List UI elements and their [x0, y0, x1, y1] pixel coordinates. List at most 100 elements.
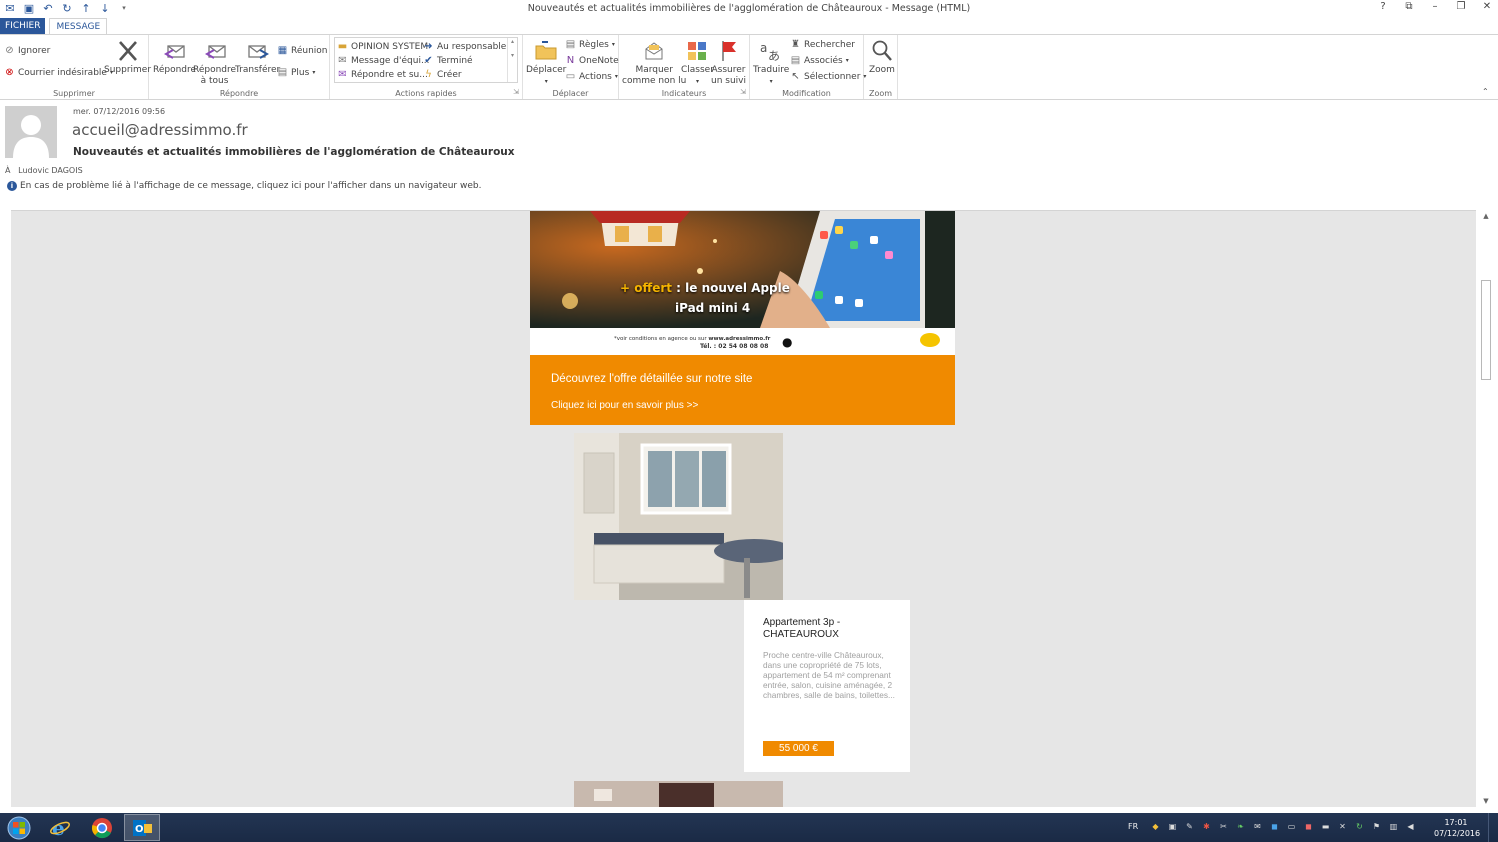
x-icon[interactable]: ✕ [1337, 821, 1348, 832]
group-label-indicateurs: Indicateurs [661, 89, 707, 98]
arrow-down-icon[interactable]: ↓ [99, 2, 111, 15]
group-zoom: Zoom Zoom [864, 35, 898, 99]
listing-price[interactable]: 55 000 € [763, 741, 834, 756]
system-clock[interactable]: 17:01 07/12/2016 [1434, 817, 1480, 839]
mark-unread-label-2: comme non lu [622, 76, 687, 86]
minimize-button[interactable]: – [1428, 1, 1442, 12]
listing-card[interactable]: Appartement 3p - CHATEAUROUX Proche cent… [744, 600, 910, 772]
save-icon[interactable]: ▣ [23, 2, 35, 15]
language-indicator[interactable]: FR [1128, 822, 1138, 831]
quick-step-done[interactable]: ✔ Terminé [423, 55, 472, 66]
offer-cta-block[interactable]: Découvrez l'offre détaillée sur notre si… [530, 355, 955, 425]
reply-label: Répondre [153, 65, 197, 75]
move-button[interactable]: Déplacer ▾ [526, 39, 566, 87]
translate-icon: aあ [759, 39, 783, 63]
scroll-down-icon[interactable]: ▼ [1479, 797, 1493, 805]
monitor-icon[interactable]: ▭ [1286, 821, 1297, 832]
security-icon[interactable]: ✱ [1201, 821, 1212, 832]
more-label: Plus [291, 67, 310, 78]
tab-fichier[interactable]: FICHIER [0, 18, 46, 34]
customize-qat-icon[interactable]: ▾ [118, 2, 130, 14]
reply-all-button[interactable]: Répondre à tous [193, 39, 236, 87]
restore-button[interactable]: ❐ [1454, 1, 1468, 12]
quick-step-manager[interactable]: ➜ Au responsable [423, 41, 506, 52]
undo-icon[interactable]: ↶ [42, 2, 54, 15]
related-button[interactable]: ▤ Associés ▾ [790, 55, 849, 66]
display-icon[interactable]: ▬ [1320, 821, 1331, 832]
listing-description: Proche centre-ville Châteauroux, dans un… [763, 650, 895, 700]
scroll-thumb[interactable] [1481, 280, 1491, 380]
binoculars-icon: ♜ [791, 39, 800, 50]
start-button[interactable] [4, 814, 34, 841]
reply-icon [163, 39, 187, 63]
group-label-supprimer: Supprimer [53, 89, 95, 98]
tab-message[interactable]: MESSAGE [49, 18, 108, 34]
group-label-deplacer: Déplacer [552, 89, 589, 98]
zoom-button[interactable]: Zoom [869, 39, 895, 76]
arrow-up-icon[interactable]: ↑ [80, 2, 92, 15]
quick-step-reply-delete[interactable]: ✉ Répondre et su... [337, 69, 428, 80]
outlook-tray-icon[interactable]: ◼ [1269, 821, 1280, 832]
quick-step-create[interactable]: ϟ Créer [423, 69, 461, 80]
listing-photo-next[interactable] [574, 781, 783, 807]
onenote-button[interactable]: N OneNote [565, 55, 619, 66]
network-app-icon[interactable]: ▣ [1167, 821, 1178, 832]
junk-mail-button[interactable]: ⊗ Courrier indésirable ▾ [4, 67, 113, 78]
listing-photo[interactable] [574, 433, 783, 600]
listing-title[interactable]: Appartement 3p - CHATEAUROUX [763, 617, 893, 641]
quick-steps-scroll[interactable]: ▴ ▾ [507, 38, 517, 82]
scroll-up-icon[interactable]: ▲ [1479, 212, 1493, 220]
sender[interactable]: accueil@adressimmo.fr [72, 121, 248, 139]
color-icon[interactable]: ◼ [1303, 821, 1314, 832]
categorize-button[interactable]: Classer ▾ [681, 39, 714, 87]
forward-button[interactable]: Transférer [235, 39, 280, 76]
redo-icon[interactable]: ↻ [61, 2, 73, 15]
rules-button[interactable]: ▤ Règles ▾ [565, 39, 615, 50]
ribbon-display-button[interactable]: ⧉ [1402, 1, 1416, 12]
taskbar-chrome[interactable] [84, 814, 120, 841]
quick-step-opinion[interactable]: ▬ OPINION SYSTEM [337, 41, 428, 52]
mail-tray-icon[interactable]: ✉ [1252, 821, 1263, 832]
select-button[interactable]: ↖ Sélectionner ▾ [790, 71, 866, 82]
sync-icon[interactable]: ↻ [1354, 821, 1365, 832]
message-scrollbar[interactable]: ▲ ▼ [1479, 210, 1493, 807]
translate-button[interactable]: aあ Traduire ▾ [753, 39, 789, 87]
pen-icon[interactable]: ✎ [1184, 821, 1195, 832]
flag-tray-icon[interactable]: ⚑ [1371, 821, 1382, 832]
move-label: Déplacer [526, 65, 567, 75]
recipient-name[interactable]: Ludovic DAGOIS [18, 166, 83, 175]
meeting-button[interactable]: ▦ Réunion [277, 45, 328, 56]
taskbar: e O FR ◆ ▣ ✎ ✱ ✂ ❧ ✉ ◼ ▭ ◼ ▬ ✕ ↻ ⚑ ▥ ◀ 1… [0, 813, 1498, 842]
message-body[interactable]: + offert : le nouvel Apple iPad mini 4 *… [11, 210, 1476, 807]
find-button[interactable]: ♜ Rechercher [790, 39, 855, 50]
actions-button[interactable]: ▭ Actions ▾ [565, 71, 618, 82]
taskbar-outlook[interactable]: O [124, 814, 160, 841]
collapse-ribbon-icon[interactable]: ⌃ [1482, 87, 1489, 96]
show-desktop-button[interactable] [1488, 813, 1498, 842]
shield-icon[interactable]: ◆ [1150, 821, 1161, 832]
message-header: mer. 07/12/2016 09:56 accueil@adressimmo… [0, 101, 1498, 209]
mail-icon[interactable]: ✉ [4, 2, 16, 15]
reply-button[interactable]: Répondre [153, 39, 196, 76]
mark-unread-button[interactable]: Marquer comme non lu [622, 39, 686, 87]
translate-label: Traduire [753, 65, 790, 75]
taskbar-ie[interactable]: e [42, 814, 78, 841]
volume-icon[interactable]: ◀ [1405, 821, 1416, 832]
delete-button[interactable]: Supprimer [104, 39, 151, 76]
person-icon [13, 115, 49, 158]
cta-link[interactable]: Cliquez ici pour en savoir plus >> [551, 400, 698, 411]
promo-banner[interactable]: + offert : le nouvel Apple iPad mini 4 *… [530, 211, 955, 355]
quick-step-team-mail[interactable]: ✉ Message d'équi... [337, 55, 429, 66]
tool-icon[interactable]: ✂ [1218, 821, 1229, 832]
info-bar[interactable]: i En cas de problème lié à l'affichage d… [7, 181, 481, 191]
window-controls: ? ⧉ – ❐ ✕ [1376, 1, 1494, 12]
ignore-button[interactable]: ⊘ Ignorer [4, 45, 50, 56]
dropdown-icon: ▾ [769, 78, 773, 85]
more-button[interactable]: ▤ Plus ▾ [277, 67, 316, 78]
follow-up-button[interactable]: Assurer un suivi [711, 39, 746, 87]
network-icon[interactable]: ▥ [1388, 821, 1399, 832]
help-button[interactable]: ? [1376, 1, 1390, 12]
reply-delete-icon: ✉ [338, 69, 347, 80]
leaf-icon[interactable]: ❧ [1235, 821, 1246, 832]
close-button[interactable]: ✕ [1480, 1, 1494, 12]
